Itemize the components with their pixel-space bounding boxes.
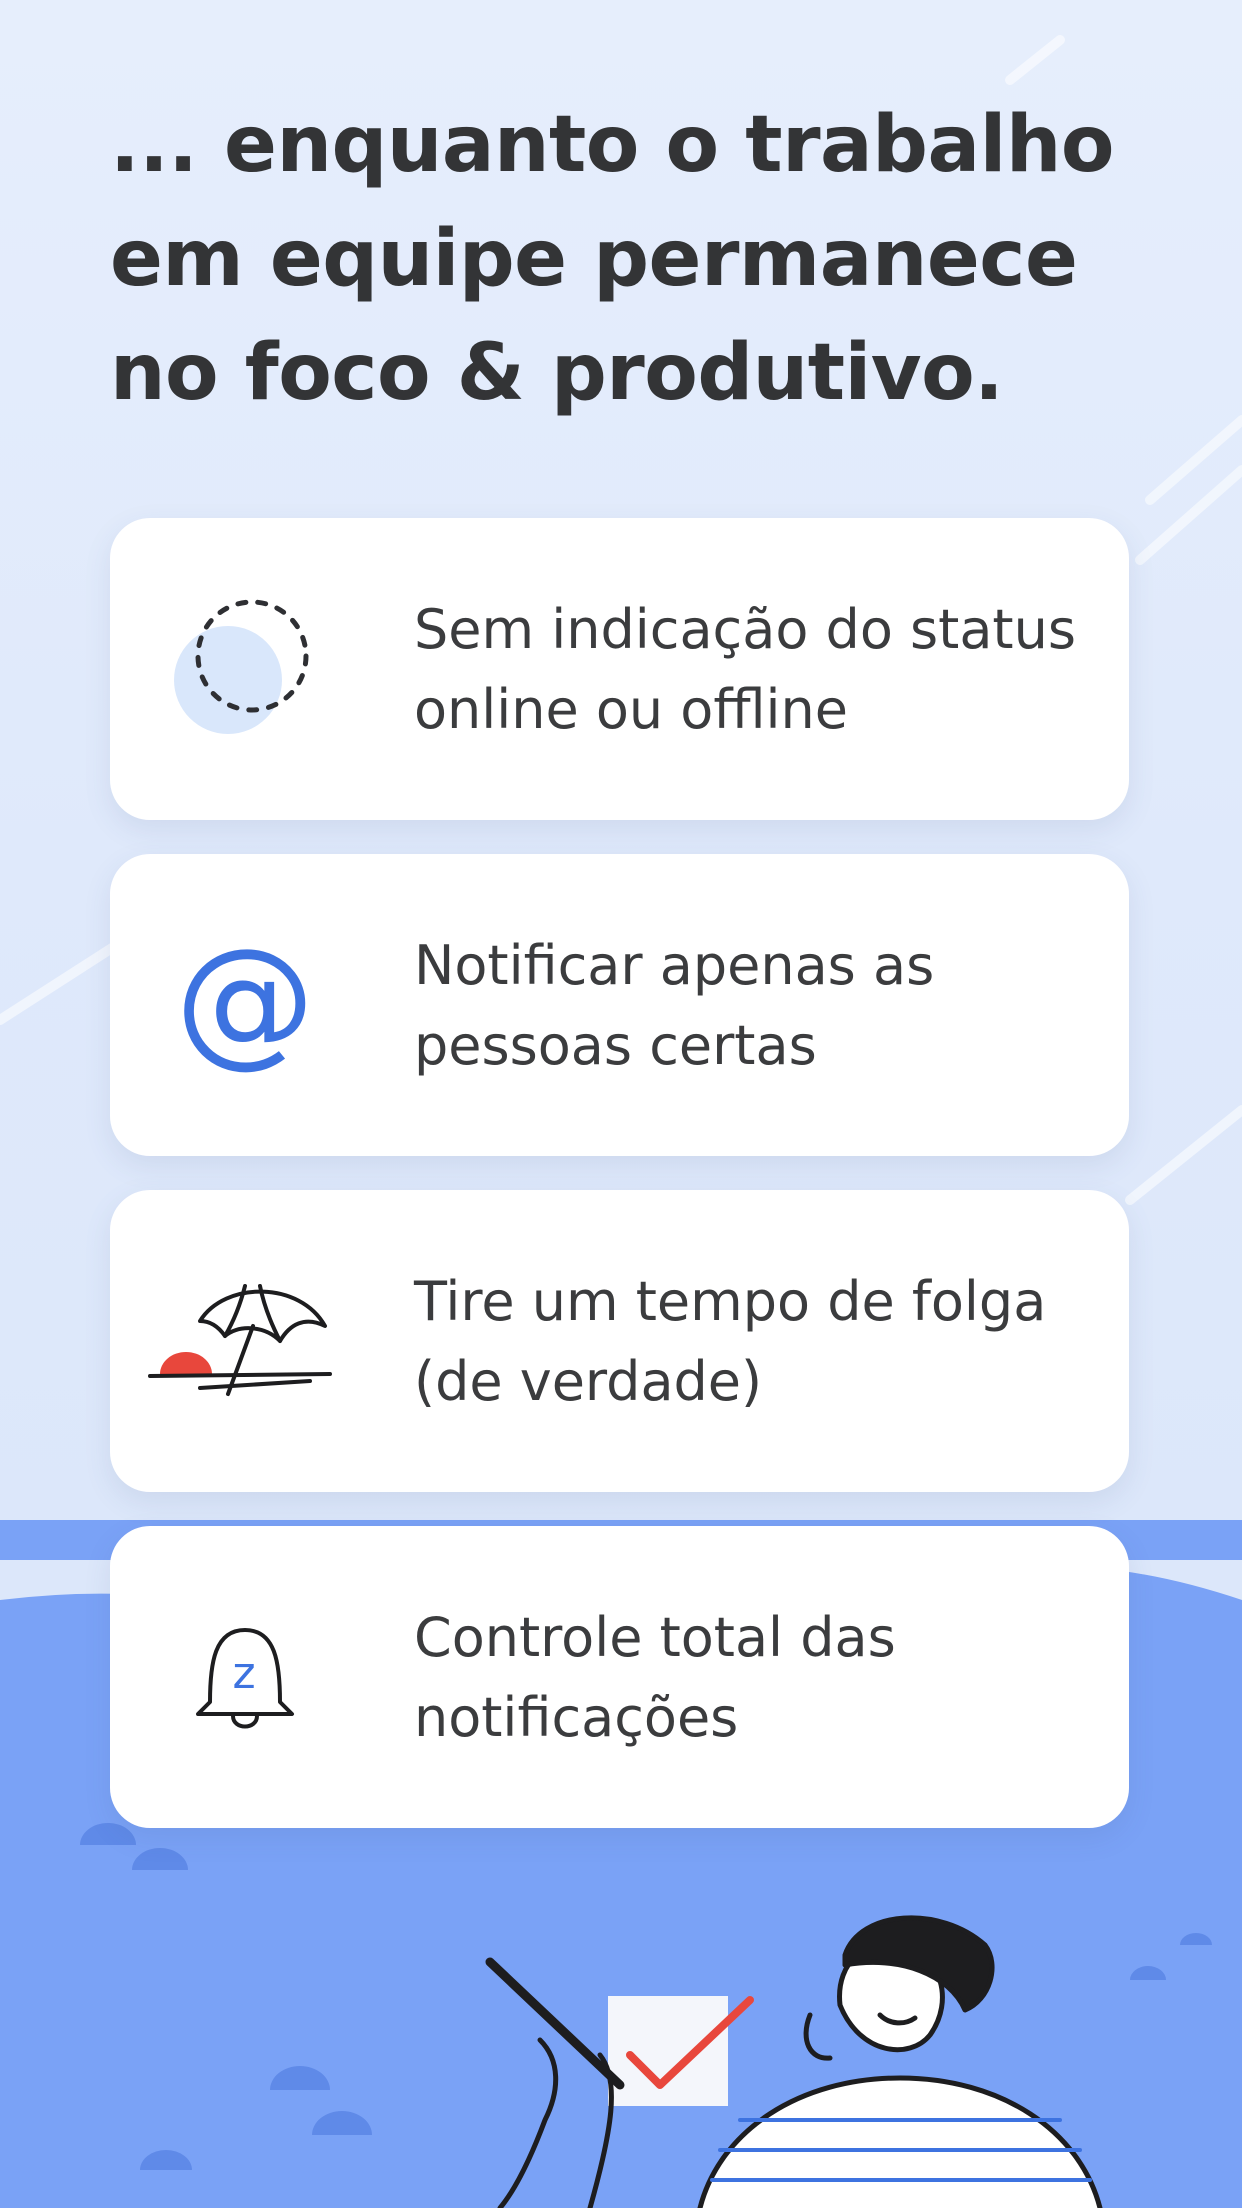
svg-text:z: z [232, 1648, 255, 1699]
status-circle-icon [160, 584, 330, 754]
feature-card-notifications: z Controle total das notificações [110, 1526, 1129, 1828]
feature-text: Controle total das notificações [414, 1606, 896, 1749]
feature-text: Tire um tempo de folga (de verdade) [414, 1270, 1047, 1413]
snooze-bell-icon: z [160, 1592, 330, 1762]
feature-text: Sem indicação do status online ou offlin… [414, 598, 1076, 741]
beach-umbrella-icon [140, 1256, 340, 1426]
page-title: ... enquanto o trabalho em equipe perman… [110, 100, 1115, 418]
at-glyph: @ [175, 919, 315, 1082]
feature-card-time-off: Tire um tempo de folga (de verdade) [110, 1190, 1129, 1492]
at-mention-icon: @ [160, 920, 330, 1090]
feature-card-status: Sem indicação do status online ou offlin… [110, 518, 1129, 820]
feature-text: Notificar apenas as pessoas certas [414, 934, 935, 1077]
feature-card-mentions: @ Notificar apenas as pessoas certas [110, 854, 1129, 1156]
